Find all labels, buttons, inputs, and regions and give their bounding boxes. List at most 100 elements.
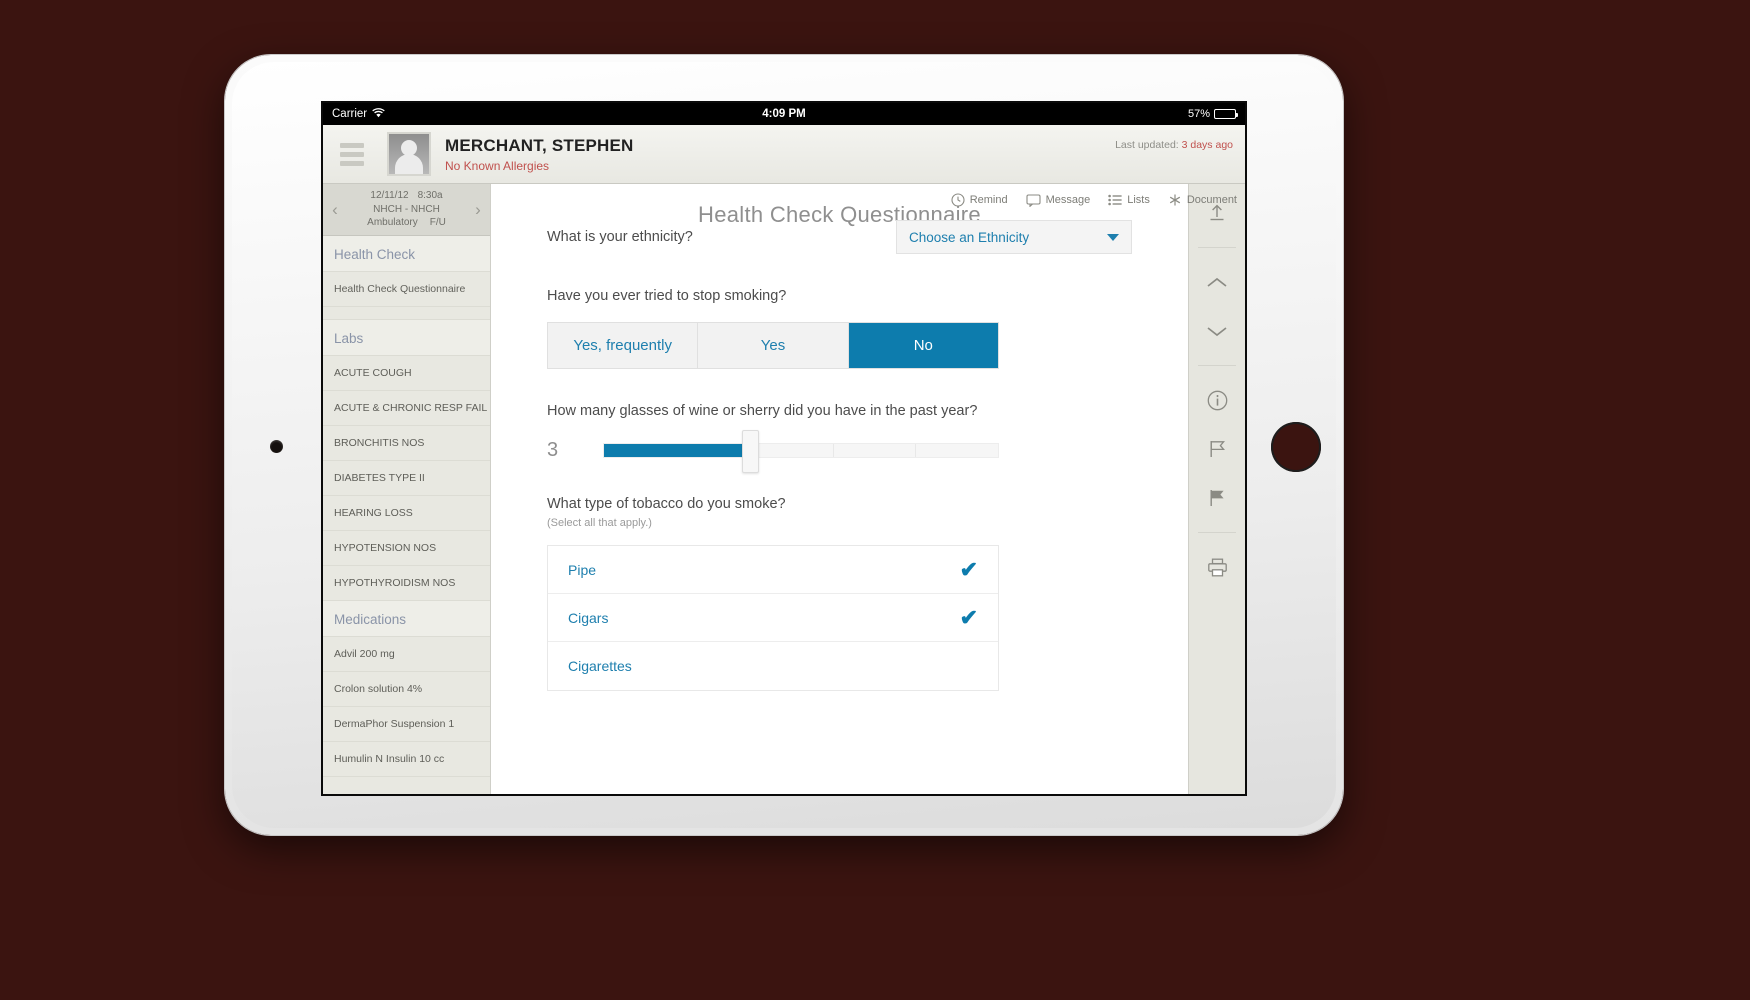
tobacco-question-hint: (Select all that apply.) — [547, 517, 652, 529]
tobacco-option-label: Pipe — [568, 561, 597, 578]
avatar[interactable] — [387, 132, 431, 176]
lists-label: Lists — [1127, 194, 1150, 206]
front-camera-icon — [270, 440, 283, 453]
question-ethnicity: What is your ethnicity? Choose an Ethnic… — [547, 220, 1132, 254]
sidebar-item-bronchitis-nos[interactable]: BRONCHITIS NOS — [323, 426, 490, 461]
segment-no[interactable]: No — [848, 323, 998, 368]
last-updated-value: 3 days ago — [1181, 139, 1233, 151]
tobacco-question-label: What type of tobacco do you smoke? — [547, 496, 786, 512]
allergy-status: No Known Allergies — [445, 158, 550, 173]
sidebar-item-health-check-questionnaire[interactable]: Health Check Questionnaire — [323, 272, 490, 307]
tobacco-option-label: Cigarettes — [568, 658, 632, 674]
slider-tick — [915, 444, 917, 457]
last-updated-label: Last updated: — [1115, 139, 1179, 151]
questionnaire-scroll-area[interactable]: What is your ethnicity? Choose an Ethnic… — [491, 220, 1188, 794]
segment-yes-frequently[interactable]: Yes, frequently — [548, 323, 699, 368]
checkmark-icon: ✔ — [959, 556, 978, 582]
wine-slider-value: 3 — [547, 439, 559, 461]
wine-slider-track[interactable] — [603, 430, 999, 473]
battery-percent-label: 57% — [1187, 108, 1210, 120]
ethnicity-row: What is your ethnicity? Choose an Ethnic… — [547, 220, 1132, 254]
flag-outline-icon[interactable] — [1200, 434, 1234, 464]
flag-filled-icon[interactable] — [1200, 483, 1234, 513]
info-icon[interactable] — [1200, 385, 1234, 415]
ethnicity-selected-value: Choose an Ethnicity — [909, 229, 1030, 245]
page-title: MERCHANT, STEPHEN — [445, 135, 634, 155]
ipad-screen: Carrier 4:09 PM 57% MERCHANT, STEPHEN No… — [323, 103, 1245, 794]
sidebar-item-hypothyroidism-nos[interactable]: HYPOTHYROIDISM NOS — [323, 566, 490, 601]
lists-button[interactable]: Lists — [1108, 194, 1150, 206]
carrier-label: Carrier — [332, 108, 368, 120]
remind-button[interactable]: Remind — [951, 193, 1008, 207]
hamburger-bar — [340, 160, 364, 166]
checkmark-icon: ✔ — [959, 604, 978, 630]
document-button[interactable]: Document — [1168, 193, 1237, 207]
chevron-right-icon[interactable]: › — [470, 200, 486, 220]
wine-slider-row: 3 — [547, 430, 1132, 473]
patient-name-block: MERCHANT, STEPHEN No Known Allergies — [445, 136, 634, 173]
encounter-navigator[interactable]: ‹ 12/11/12 8:30a NHCH - NHCH Ambulatory … — [323, 184, 490, 236]
hamburger-icon[interactable] — [323, 142, 377, 166]
ethnicity-dropdown[interactable]: Choose an Ethnicity — [896, 220, 1132, 254]
questionnaire-panel: Health Check Questionnaire What is your … — [491, 184, 1188, 794]
battery-icon — [1214, 109, 1238, 119]
patient-header: MERCHANT, STEPHEN No Known Allergies Las… — [323, 125, 1245, 207]
sidebar-item-crolon[interactable]: Crolon solution 4% — [323, 672, 490, 707]
encounter-facility: NHCH - NHCH — [373, 203, 440, 215]
tobacco-option-label: Cigars — [568, 609, 609, 626]
status-bar-right: 57% — [1187, 108, 1238, 120]
segment-yes[interactable]: Yes — [698, 323, 849, 368]
sidebar-spacer — [323, 307, 490, 320]
asterisk-icon — [1168, 193, 1182, 207]
speech-bubble-icon — [1026, 193, 1041, 207]
message-label: Message — [1045, 194, 1091, 206]
question-wine: How many glasses of wine or sherry did y… — [547, 403, 1132, 473]
tobacco-option-list: Pipe ✔ Cigars ✔ Cigarettes — [547, 545, 999, 691]
wine-question-label: How many glasses of wine or sherry did y… — [547, 403, 978, 419]
list-icon — [1108, 194, 1122, 206]
action-toolbar: Remind Message Lists Document — [951, 193, 1237, 207]
sidebar-item-acute-cough[interactable]: ACUTE COUGH — [323, 356, 490, 391]
status-bar-left: Carrier — [332, 107, 385, 121]
question-tobacco: What type of tobacco do you smoke? (Sele… — [547, 496, 1132, 691]
message-button[interactable]: Message — [1026, 193, 1091, 207]
sidebar-item-hearing-loss[interactable]: HEARING LOSS — [323, 496, 490, 531]
wine-slider-thumb[interactable] — [741, 430, 759, 473]
document-label: Document — [1186, 194, 1237, 206]
chevron-down-icon[interactable] — [1200, 316, 1234, 346]
right-toolbar — [1188, 184, 1245, 794]
avatar-body-shape — [395, 154, 423, 174]
ethnicity-question-label: What is your ethnicity? — [547, 229, 693, 245]
status-bar-time: 4:09 PM — [762, 108, 806, 120]
body-area: ‹ 12/11/12 8:30a NHCH - NHCH Ambulatory … — [323, 184, 1245, 794]
stop-smoking-question-label: Have you ever tried to stop smoking? — [547, 288, 787, 304]
tobacco-option-cigars[interactable]: Cigars ✔ — [548, 594, 998, 642]
chevron-down-icon — [1107, 233, 1119, 241]
home-button[interactable] — [1271, 422, 1321, 472]
chevron-left-icon[interactable]: ‹ — [327, 200, 343, 220]
tobacco-option-pipe[interactable]: Pipe ✔ — [548, 546, 998, 594]
sidebar-item-humulin[interactable]: Humulin N Insulin 10 cc — [323, 742, 490, 777]
clock-icon — [951, 193, 965, 207]
sidebar-section-labs: Labs — [323, 320, 490, 356]
sidebar-item-acute-chronic-resp-fail[interactable]: ACUTE & CHRONIC RESP FAIL — [323, 391, 490, 426]
encounter-visit: F/U — [429, 217, 446, 229]
tobacco-option-cigarettes[interactable]: Cigarettes — [548, 642, 998, 690]
sidebar-item-advil[interactable]: Advil 200 mg — [323, 637, 490, 672]
rail-divider — [1198, 247, 1236, 248]
ios-status-bar: Carrier 4:09 PM 57% — [323, 103, 1245, 125]
chevron-up-icon[interactable] — [1200, 267, 1234, 297]
print-icon[interactable] — [1200, 552, 1234, 582]
sidebar-item-diabetes-type-ii[interactable]: DIABETES TYPE II — [323, 461, 490, 496]
encounter-type: Ambulatory — [367, 217, 418, 229]
remind-label: Remind — [969, 194, 1008, 206]
wine-slider-fill — [604, 444, 742, 457]
last-updated: Last updated: 3 days ago — [1115, 139, 1233, 151]
sidebar-item-dermaphor[interactable]: DermaPhor Suspension 1 — [323, 707, 490, 742]
sidebar-section-health-check: Health Check — [323, 236, 490, 272]
rail-divider — [1198, 365, 1236, 366]
stop-smoking-segmented-control[interactable]: Yes, frequently Yes No — [547, 322, 999, 369]
sidebar-item-hypotension-nos[interactable]: HYPOTENSION NOS — [323, 531, 490, 566]
rail-divider — [1198, 532, 1236, 533]
hamburger-bar — [340, 151, 364, 157]
